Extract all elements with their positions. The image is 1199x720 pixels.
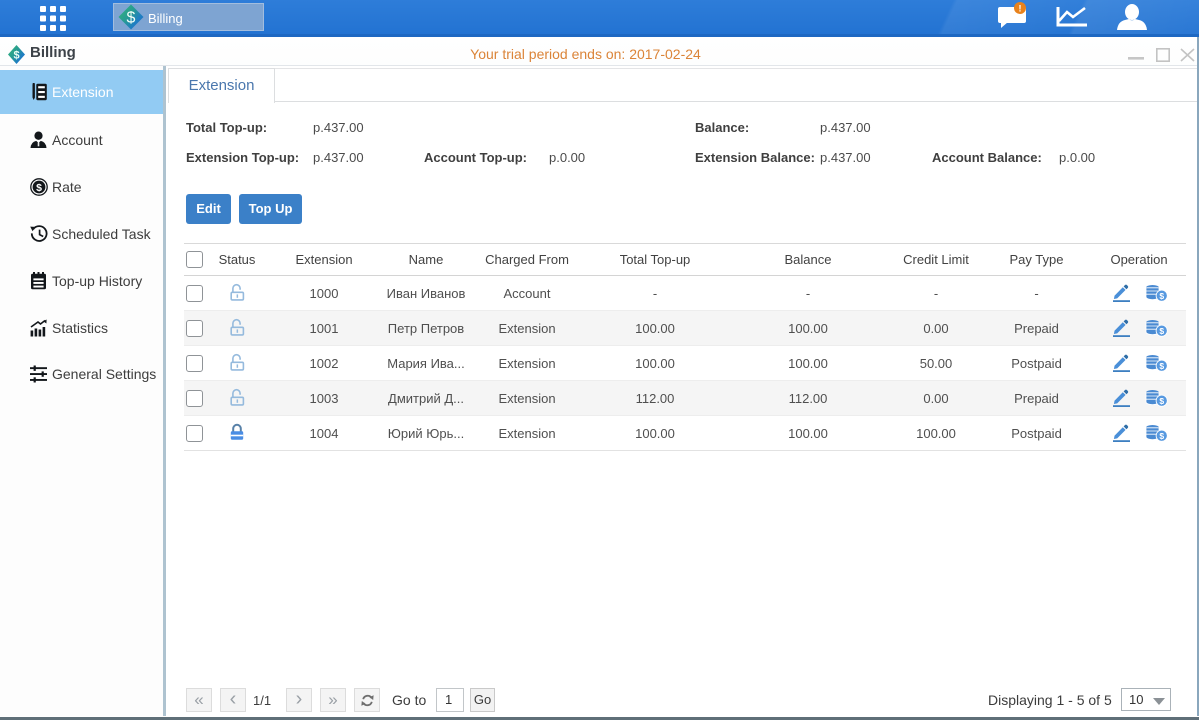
svg-text:$: $ — [1159, 326, 1164, 336]
svg-text:$: $ — [36, 182, 42, 194]
svg-text:!: ! — [1019, 4, 1022, 14]
svg-text:$: $ — [1159, 291, 1164, 301]
svg-text:$: $ — [1159, 396, 1164, 406]
svg-text:$: $ — [1159, 361, 1164, 371]
svg-text:$: $ — [1159, 431, 1164, 441]
svg-text:$: $ — [127, 10, 136, 27]
